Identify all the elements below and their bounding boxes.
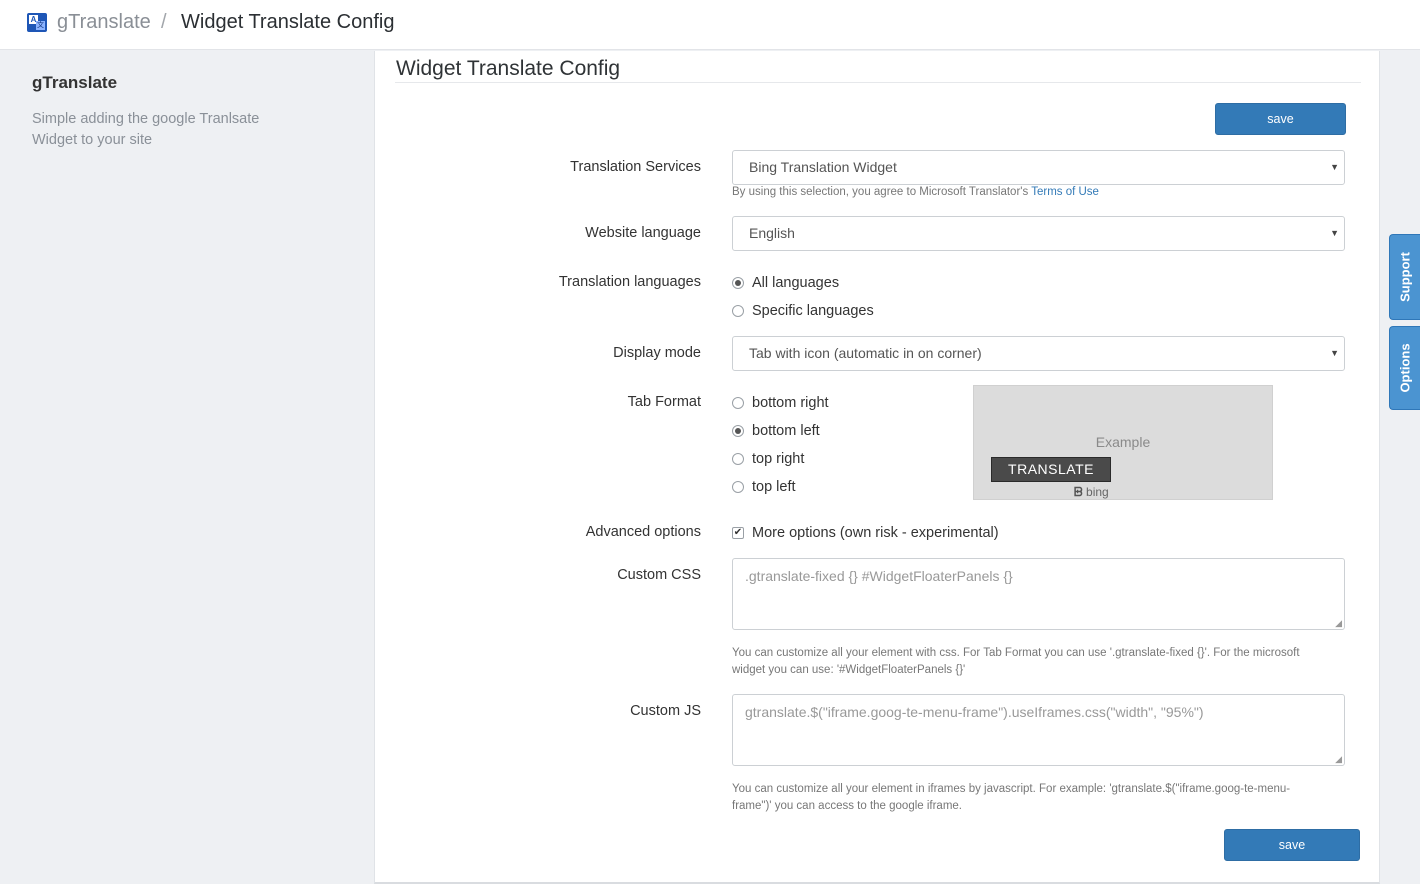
website-language-value: English (749, 225, 795, 241)
save-button-bottom[interactable]: save (1224, 829, 1360, 861)
sidebar-title: gTranslate (32, 73, 118, 92)
breadcrumb-separator: / (161, 11, 167, 33)
terms-of-use-link[interactable]: Terms of Use (1031, 186, 1099, 198)
title-divider (395, 82, 1361, 83)
top-bar: A 文 gTranslate / Widget Translate Config (0, 0, 1420, 50)
display-mode-label: Display mode (613, 345, 701, 361)
translate-preview-button: TRANSLATE (991, 457, 1111, 482)
translation-languages-label: Translation languages (558, 274, 701, 290)
tab-format-label: Tab Format (627, 394, 701, 410)
breadcrumb-app[interactable]: gTranslate (57, 11, 151, 34)
page-title: Widget Translate Config (396, 57, 621, 80)
translation-services-value: Bing Translation Widget (749, 159, 897, 175)
display-mode-value: Tab with icon (automatic in on corner) (749, 345, 982, 361)
tab-format-example-preview: Example TRANSLATE ᗸ bing (973, 385, 1273, 500)
resize-handle-icon[interactable]: ◢ (1335, 755, 1342, 764)
sidebar: gTranslate Simple adding the google Tran… (0, 51, 374, 884)
radio-button[interactable] (732, 305, 744, 317)
radio-button[interactable] (732, 453, 744, 465)
advanced-options-label: Advanced options (585, 524, 701, 540)
radio-button[interactable] (732, 397, 744, 409)
resize-handle-icon[interactable]: ◢ (1335, 619, 1342, 628)
custom-js-help: You can customize all your element in if… (732, 783, 1291, 812)
chevron-down-icon: ▼ (1330, 228, 1339, 238)
bing-logo: ᗸ bing (1074, 485, 1109, 499)
radio-button-selected[interactable] (732, 425, 744, 437)
custom-css-label: Custom CSS (617, 567, 701, 583)
translation-services-help: By using this selection, you agree to Mi… (732, 186, 1099, 198)
translate-app-icon[interactable]: A 文 (27, 13, 47, 32)
breadcrumb-current-page: Widget Translate Config (181, 11, 395, 33)
website-language-label: Website language (585, 225, 701, 241)
example-label: Example (1095, 434, 1151, 450)
website-language-select[interactable]: English ▼ (732, 216, 1345, 251)
bing-icon: ᗸ (1074, 485, 1083, 499)
chevron-down-icon: ▼ (1330, 348, 1339, 358)
custom-js-placeholder: gtranslate.$("iframe.goog-te-menu-frame"… (745, 704, 1204, 720)
custom-css-textarea[interactable]: .gtranslate-fixed {} #WidgetFloaterPanel… (732, 558, 1345, 630)
config-panel: Widget Translate Config save Translation… (374, 51, 1380, 884)
radio-button[interactable] (732, 481, 744, 493)
save-button-top[interactable]: save (1215, 103, 1346, 135)
custom-js-textarea[interactable]: gtranslate.$("iframe.goog-te-menu-frame"… (732, 694, 1345, 766)
translation-services-label: Translation Services (570, 159, 701, 175)
custom-js-label: Custom JS (630, 703, 701, 719)
translation-services-select[interactable]: Bing Translation Widget ▼ (732, 150, 1345, 185)
more-options-checkbox[interactable]: ✔ (732, 527, 744, 539)
radio-button-selected[interactable] (732, 277, 744, 289)
custom-css-help: You can customize all your element with … (732, 647, 1300, 676)
display-mode-select[interactable]: Tab with icon (automatic in on corner) ▼ (732, 336, 1345, 371)
options-side-tab[interactable]: Options (1389, 326, 1420, 410)
sidebar-description: Simple adding the google Tranlsate Widge… (32, 111, 260, 148)
support-side-tab[interactable]: Support (1389, 234, 1420, 320)
custom-css-placeholder: .gtranslate-fixed {} #WidgetFloaterPanel… (745, 568, 1013, 584)
chevron-down-icon: ▼ (1330, 162, 1339, 172)
